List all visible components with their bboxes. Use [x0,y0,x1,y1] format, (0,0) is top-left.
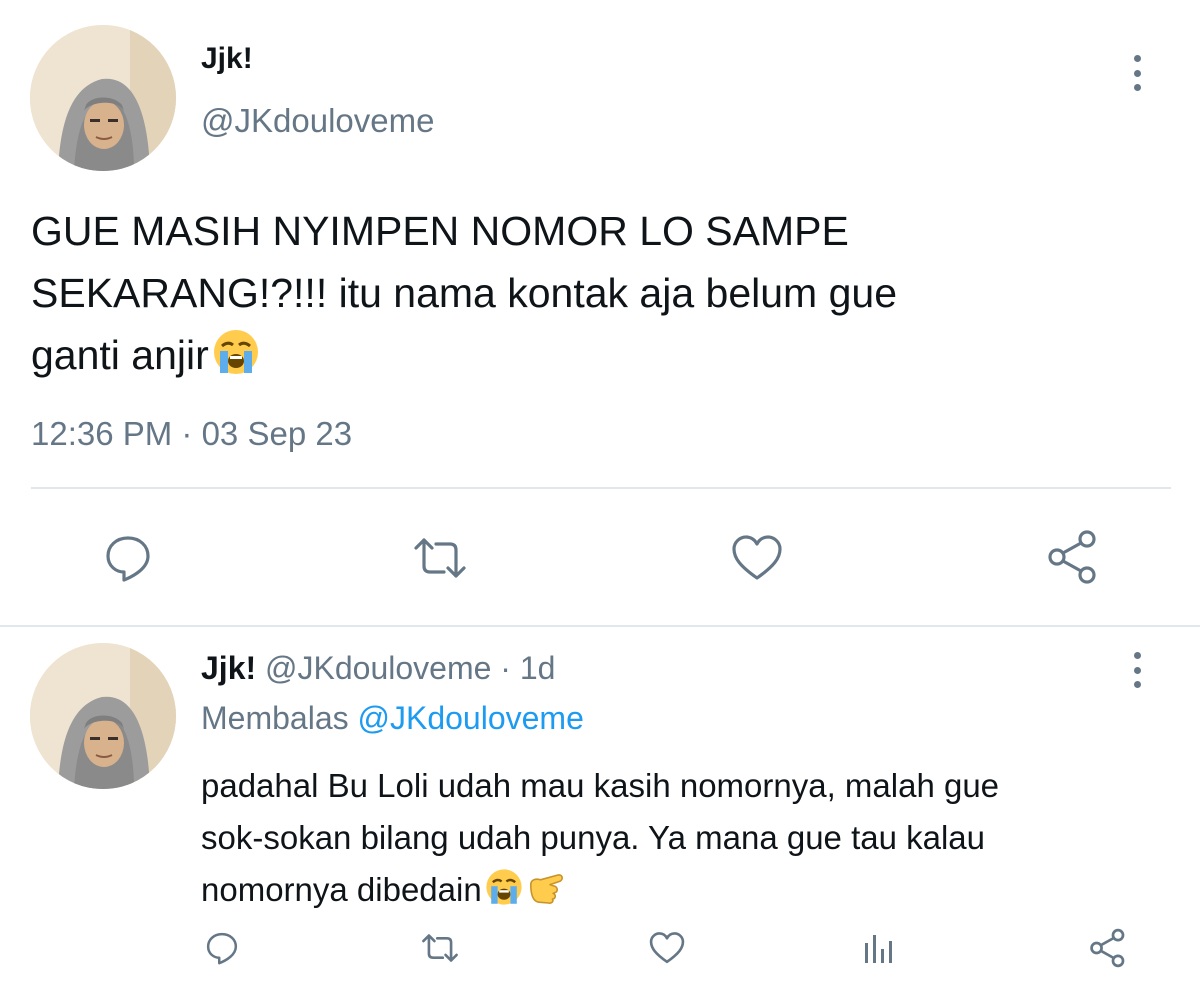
thread-divider [0,625,1200,627]
pointing-hand-emoji-icon [526,867,566,922]
main-tweet-avatar[interactable] [30,25,176,171]
retweet-icon[interactable] [418,928,462,968]
main-tweet-more-options-icon[interactable] [1132,55,1142,91]
share-icon[interactable] [1044,528,1102,586]
reply-tweet-replying-to: Membalas @JKdouloveme [201,700,584,737]
main-tweet-text-line: ganti anjir [31,332,209,378]
reply-tweet-text-line: sok-sokan bilang udah punya. Ya mana gue… [201,819,986,856]
reply-tweet-header: Jjk! @JKdouloveme · 1d [201,650,555,687]
main-tweet-text: GUE MASIH NYIMPEN NOMOR LO SAMPE SEKARAN… [31,200,1171,394]
main-tweet-timestamp[interactable]: 12:36 PM · 03 Sep 23 [31,415,352,453]
share-icon[interactable] [1086,926,1130,970]
main-tweet-display-name[interactable]: Jjk! [201,42,253,76]
main-tweet-divider [31,487,1171,489]
analytics-icon[interactable] [858,928,900,970]
replying-to-handle-link[interactable]: @JKdouloveme [358,700,584,736]
like-icon[interactable] [728,530,786,586]
loudly-crying-face-emoji-icon [211,327,261,394]
reply-tweet-display-name[interactable]: Jjk! [201,650,256,686]
like-icon[interactable] [646,928,688,968]
main-tweet-text-line: GUE MASIH NYIMPEN NOMOR LO SAMPE [31,208,849,254]
reply-tweet-text-line: padahal Bu Loli udah mau kasih nomornya,… [201,767,1000,804]
reply-tweet-text: padahal Bu Loli udah mau kasih nomornya,… [201,760,1181,922]
reply-icon[interactable] [100,530,156,586]
reply-tweet-avatar[interactable] [30,643,176,789]
reply-icon[interactable] [202,928,242,968]
main-tweet-text-line: SEKARANG!?!!! itu nama kontak aja belum … [31,270,898,316]
retweet-icon[interactable] [410,530,470,586]
replying-prefix: Membalas [201,700,349,736]
reply-tweet-text-line: nomornya dibedain [201,871,482,908]
main-tweet-handle[interactable]: @JKdouloveme [201,102,434,140]
loudly-crying-face-emoji-icon [484,867,524,922]
reply-tweet-more-options-icon[interactable] [1132,652,1142,688]
reply-tweet-handle[interactable]: @JKdouloveme [265,650,491,686]
reply-tweet-time[interactable]: · 1d [500,650,555,686]
